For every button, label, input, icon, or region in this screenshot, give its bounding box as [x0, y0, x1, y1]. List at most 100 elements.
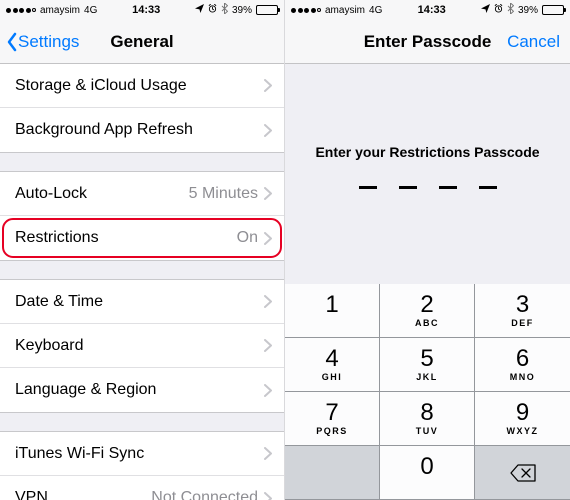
settings-group: iTunes Wi-Fi Sync VPN Not Connected — [0, 431, 284, 500]
key-letters: WXYZ — [507, 426, 539, 436]
keypad-key-8[interactable]: 8TUV — [380, 392, 475, 446]
carrier-label: amaysim — [40, 5, 80, 16]
signal-dots-icon — [6, 8, 36, 13]
key-number: 0 — [420, 455, 433, 479]
clock-label: 14:33 — [418, 4, 446, 16]
location-icon — [195, 4, 204, 16]
back-label: Settings — [18, 32, 79, 52]
alarm-icon — [494, 4, 503, 16]
battery-icon — [256, 5, 278, 15]
key-number: 3 — [516, 293, 529, 317]
key-number: 7 — [325, 401, 338, 425]
cell-label: Language & Region — [15, 381, 156, 399]
signal-dots-icon — [291, 8, 321, 13]
settings-cell[interactable]: iTunes Wi-Fi Sync — [0, 432, 284, 476]
cell-label: VPN — [15, 489, 48, 500]
passcode-dash — [399, 186, 417, 189]
keypad-key-3[interactable]: 3DEF — [475, 284, 570, 338]
keypad-delete[interactable] — [475, 446, 570, 500]
network-label: 4G — [369, 5, 382, 16]
passcode-dash — [439, 186, 457, 189]
settings-group: Auto-Lock 5 Minutes Restrictions On — [0, 171, 284, 261]
keypad-key-9[interactable]: 9WXYZ — [475, 392, 570, 446]
passcode-prompt: Enter your Restrictions Passcode — [285, 144, 570, 160]
settings-cell[interactable]: Auto-Lock 5 Minutes — [0, 172, 284, 216]
settings-cell[interactable]: Language & Region — [0, 368, 284, 412]
clock-label: 14:33 — [132, 4, 160, 16]
battery-icon — [542, 5, 564, 15]
carrier-label: amaysim — [325, 5, 365, 16]
chevron-right-icon — [264, 232, 272, 245]
chevron-right-icon — [264, 295, 272, 308]
keypad-key-7[interactable]: 7PQRS — [285, 392, 380, 446]
keypad-key-2[interactable]: 2ABC — [380, 284, 475, 338]
passcode-dash — [359, 186, 377, 189]
location-icon — [481, 4, 490, 16]
cell-detail: Not Connected — [151, 489, 258, 500]
key-letters: DEF — [511, 318, 534, 328]
key-letters: MNO — [510, 372, 536, 382]
keypad-key-1[interactable]: 1 — [285, 284, 380, 338]
bluetooth-icon — [507, 3, 514, 17]
battery-percent: 39% — [518, 5, 538, 16]
key-letters: PQRS — [316, 426, 348, 436]
phone-settings: amaysim 4G 14:33 39% Setti — [0, 0, 285, 500]
status-bar: amaysim 4G 14:33 39% — [285, 0, 570, 20]
nav-bar: Enter Passcode Cancel — [285, 20, 570, 64]
backspace-icon — [510, 464, 536, 482]
settings-cell[interactable]: Background App Refresh — [0, 108, 284, 152]
bluetooth-icon — [221, 3, 228, 17]
cell-detail: 5 Minutes — [189, 185, 258, 203]
numeric-keypad: 12ABC3DEF4GHI5JKL6MNO7PQRS8TUV9WXYZ0 — [285, 284, 570, 500]
page-title: General — [110, 32, 173, 52]
key-number: 1 — [325, 293, 338, 317]
chevron-right-icon — [264, 339, 272, 352]
keypad-key-6[interactable]: 6MNO — [475, 338, 570, 392]
cell-label: Storage & iCloud Usage — [15, 77, 187, 95]
cell-detail: On — [237, 229, 258, 247]
status-bar: amaysim 4G 14:33 39% — [0, 0, 284, 20]
settings-cell[interactable]: Date & Time — [0, 280, 284, 324]
back-button[interactable]: Settings — [6, 32, 79, 52]
cell-label: Keyboard — [15, 337, 84, 355]
key-number: 8 — [420, 401, 433, 425]
passcode-dash — [479, 186, 497, 189]
chevron-right-icon — [264, 384, 272, 397]
key-letters: TUV — [416, 426, 439, 436]
key-number: 6 — [516, 347, 529, 371]
chevron-left-icon — [6, 32, 18, 52]
phone-passcode: amaysim 4G 14:33 39% Enter Passcode Ca — [285, 0, 570, 500]
cell-label: Background App Refresh — [15, 121, 193, 139]
settings-cell[interactable]: Storage & iCloud Usage — [0, 64, 284, 108]
settings-group: Date & Time Keyboard Language & Region — [0, 279, 284, 413]
cancel-button[interactable]: Cancel — [507, 32, 560, 52]
keypad-blank — [285, 446, 380, 500]
key-number: 4 — [325, 347, 338, 371]
settings-group: Storage & iCloud Usage Background App Ref… — [0, 64, 284, 153]
page-title: Enter Passcode — [364, 32, 492, 52]
chevron-right-icon — [264, 447, 272, 460]
cell-label: iTunes Wi-Fi Sync — [15, 445, 144, 463]
nav-bar: Settings General — [0, 20, 284, 64]
alarm-icon — [208, 4, 217, 16]
chevron-right-icon — [264, 187, 272, 200]
key-letters: JKL — [416, 372, 438, 382]
key-number: 9 — [516, 401, 529, 425]
keypad-key-4[interactable]: 4GHI — [285, 338, 380, 392]
cell-label: Auto-Lock — [15, 185, 87, 203]
keypad-key-0[interactable]: 0 — [380, 446, 475, 500]
settings-table[interactable]: Storage & iCloud Usage Background App Ref… — [0, 64, 284, 500]
settings-cell[interactable]: Keyboard — [0, 324, 284, 368]
settings-cell[interactable]: VPN Not Connected — [0, 476, 284, 500]
cell-label: Restrictions — [15, 229, 99, 247]
chevron-right-icon — [264, 79, 272, 92]
settings-cell[interactable]: Restrictions On — [0, 216, 284, 260]
key-number: 5 — [420, 347, 433, 371]
key-letters: GHI — [322, 372, 343, 382]
keypad-key-5[interactable]: 5JKL — [380, 338, 475, 392]
battery-percent: 39% — [232, 5, 252, 16]
chevron-right-icon — [264, 492, 272, 500]
network-label: 4G — [84, 5, 97, 16]
chevron-right-icon — [264, 124, 272, 137]
key-number: 2 — [420, 293, 433, 317]
